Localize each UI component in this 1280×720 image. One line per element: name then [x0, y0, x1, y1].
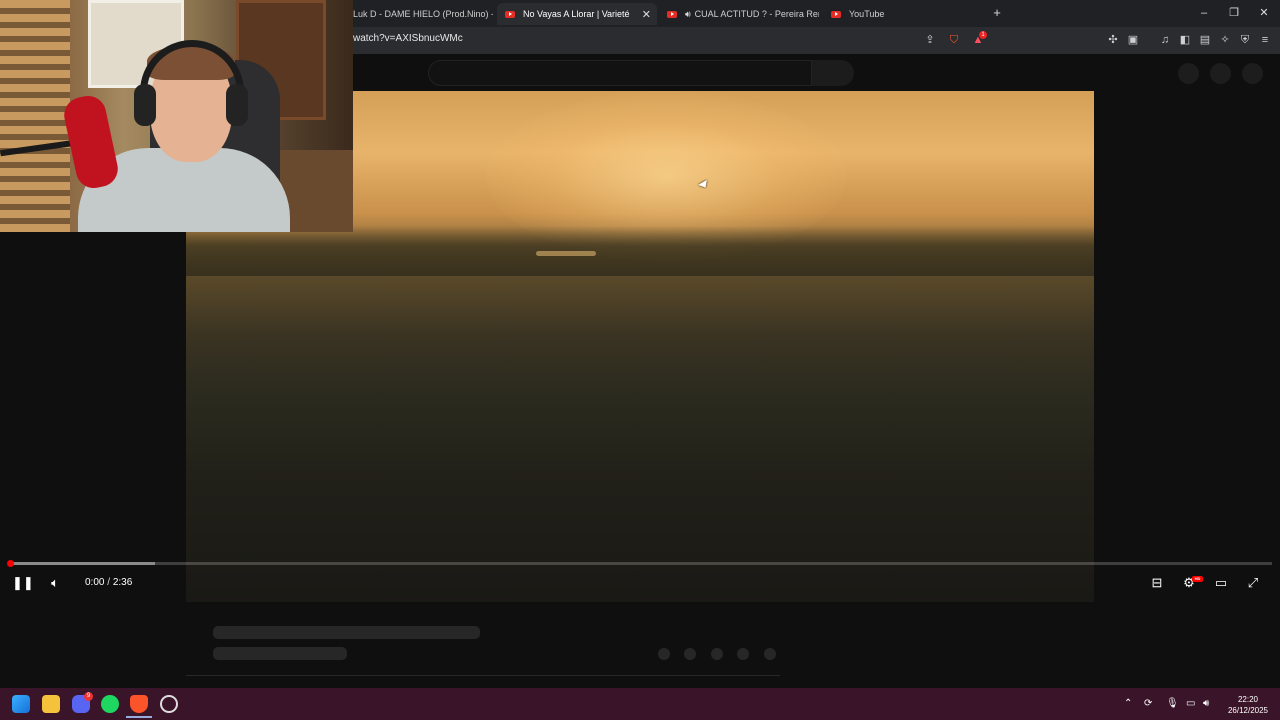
menu-icon[interactable]: ≡: [1258, 33, 1272, 47]
hd-badge: HD: [1192, 576, 1203, 582]
brave-shields-icon[interactable]: ⛉: [947, 33, 961, 47]
file-explorer-icon[interactable]: [42, 695, 60, 713]
start-icon[interactable]: [12, 695, 30, 713]
media-control-icon[interactable]: ♫: [1158, 33, 1172, 47]
progress-bar[interactable]: [10, 562, 1272, 565]
volume-icon[interactable]: 🔈︎: [46, 574, 64, 592]
tab-dame-hielo[interactable]: Luk D - DAME HIELO (Prod.Nino) - Yo: [353, 3, 493, 25]
river-reflection: [536, 251, 596, 256]
notifications-icon[interactable]: [1210, 63, 1231, 84]
headset-earcup: [226, 84, 248, 126]
title-skeleton: [213, 626, 480, 639]
share-icon[interactable]: ⇪: [923, 33, 937, 47]
search-input[interactable]: [428, 60, 812, 86]
tab-youtube[interactable]: YouTube: [823, 3, 983, 25]
buffered-bar: [10, 562, 155, 565]
close-window-button[interactable]: ✕: [1249, 4, 1279, 22]
tab-title: Luk D - DAME HIELO (Prod.Nino) - Yo: [353, 9, 493, 19]
wallet-icon[interactable]: ▤: [1198, 33, 1212, 47]
youtube-favicon-icon: [505, 10, 515, 18]
clock-time: 22:20: [1237, 695, 1259, 704]
webcam-overlay: [0, 0, 353, 232]
avatar[interactable]: [1242, 63, 1263, 84]
settings-icon[interactable]: [160, 695, 178, 713]
tab-title: No Vayas A Llorar | Varieté #5: [523, 9, 631, 19]
extensions-icon[interactable]: ✣: [1106, 33, 1120, 47]
duration: 2:36: [112, 577, 133, 588]
taskbar: [0, 688, 1280, 720]
url-field[interactable]: watch?v=AXISbnucWMc: [353, 33, 463, 44]
network-icon[interactable]: ▭: [1186, 698, 1195, 709]
tab-cual-actitud[interactable]: 🔊︎ CUAL ACTITUD ? - Pereira Remix: [659, 3, 819, 25]
clock[interactable]: 22:20 26/12/2025: [1226, 694, 1270, 716]
theater-mode-icon[interactable]: ▭: [1212, 574, 1230, 592]
leo-ai-icon[interactable]: ✧: [1218, 33, 1232, 47]
create-icon[interactable]: [1178, 63, 1199, 84]
restore-button[interactable]: ❐: [1219, 4, 1249, 22]
vpn-icon[interactable]: ⛨: [1238, 33, 1252, 47]
discord-badge: 9: [84, 692, 93, 701]
subtitles-icon[interactable]: ⊟: [1148, 574, 1166, 592]
active-app-indicator: [126, 716, 152, 718]
time-display: 0:00 / 2:36: [85, 577, 132, 588]
headset-earcup: [134, 84, 156, 126]
action-skeleton: [764, 648, 776, 660]
divider: [186, 675, 780, 676]
screenshot-icon[interactable]: ▣: [1126, 33, 1140, 47]
youtube-favicon-icon: [831, 10, 841, 18]
channel-skeleton: [213, 647, 347, 660]
rewards-badge: 1: [979, 31, 987, 39]
treeline: [186, 226, 1094, 276]
minimize-button[interactable]: –: [1189, 4, 1219, 22]
action-skeleton: [684, 648, 696, 660]
brave-icon[interactable]: [130, 695, 148, 713]
clock-date: 26/12/2025: [1227, 706, 1269, 715]
tab-title: CUAL ACTITUD ? - Pereira Remix: [694, 9, 819, 19]
time-separator: /: [104, 577, 113, 588]
scrubber-handle[interactable]: [7, 560, 14, 567]
youtube-favicon-icon: [667, 10, 677, 18]
tab-no-vayas-a-llorar[interactable]: No Vayas A Llorar | Varieté #5 ✕: [497, 3, 657, 25]
microphone-icon[interactable]: 🎙︎: [1166, 698, 1179, 709]
new-tab-button[interactable]: +: [982, 4, 1012, 22]
pause-button[interactable]: ❚❚: [12, 574, 34, 592]
spotify-icon[interactable]: [101, 695, 119, 713]
tab-title: YouTube: [849, 9, 885, 19]
action-skeleton: [737, 648, 749, 660]
speaker-icon[interactable]: 🔊︎: [685, 9, 691, 20]
close-tab-icon[interactable]: ✕: [642, 8, 651, 21]
staircase: [0, 0, 70, 232]
sidebar-icon[interactable]: ◧: [1178, 33, 1192, 47]
search-button[interactable]: [812, 60, 854, 86]
action-skeleton: [658, 648, 670, 660]
show-hidden-icons[interactable]: ⌃: [1124, 698, 1132, 709]
sync-icon[interactable]: ⟳: [1144, 698, 1152, 709]
volume-tray-icon[interactable]: 🔊︎: [1203, 698, 1209, 709]
current-time: 0:00: [85, 577, 105, 588]
action-skeleton: [711, 648, 723, 660]
fullscreen-icon[interactable]: ⤢: [1244, 574, 1262, 592]
